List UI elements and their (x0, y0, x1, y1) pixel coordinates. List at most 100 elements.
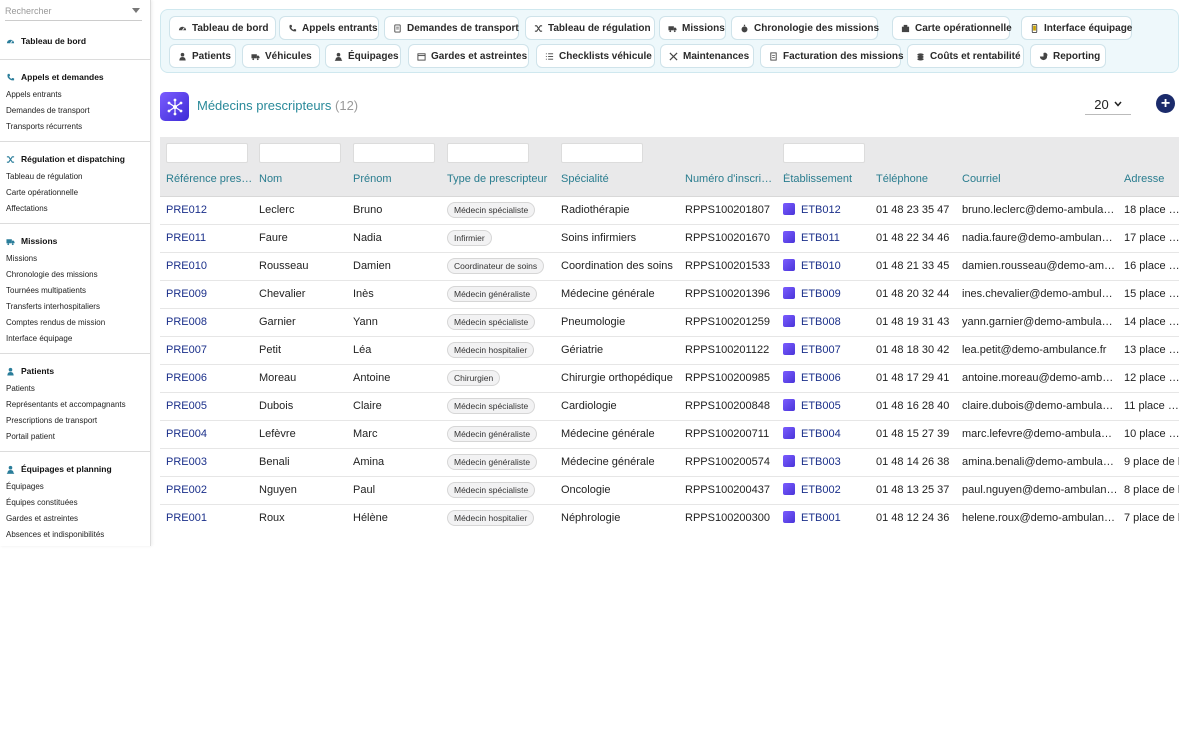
column-header[interactable]: Spécialité (561, 173, 679, 185)
tab-coins[interactable]: Coûts et rentabilité (907, 44, 1024, 68)
sidebar-item[interactable]: Gardes et astreintes (6, 511, 144, 527)
column-filter-input[interactable] (166, 143, 248, 163)
column-header[interactable]: Adresse (1124, 173, 1179, 185)
sidebar-section-title[interactable]: Tableau de bord (6, 33, 144, 49)
sidebar-item[interactable]: Tableau de régulation (6, 169, 144, 185)
column-header[interactable]: Établissement (783, 173, 870, 185)
establishment-link[interactable]: ETB010 (783, 253, 870, 280)
tab-tools[interactable]: Maintenances (660, 44, 754, 68)
sidebar-item[interactable]: Équipages (6, 479, 144, 495)
sidebar-item[interactable]: Absences et indisponibilités (6, 527, 144, 543)
prescriber-ref-link[interactable]: PRE005 (166, 393, 253, 420)
column-header[interactable]: Téléphone (876, 173, 956, 185)
sidebar-item[interactable]: Affectations (6, 201, 144, 217)
add-record-button[interactable]: + (1156, 94, 1175, 113)
table-row[interactable]: PRE008 Garnier Yann Médecin spécialiste Pneu… (160, 309, 1179, 337)
sidebar-item[interactable]: Transferts interhospitaliers (6, 299, 144, 315)
sidebar-item[interactable]: Représentants et accompagnants (6, 397, 144, 413)
sidebar-section-title[interactable]: Appels et demandes (6, 69, 144, 85)
column-filter-input[interactable] (783, 143, 865, 163)
tab-stopwatch[interactable]: Chronologie des missions (731, 16, 879, 40)
sidebar-item[interactable]: Portail patient (6, 429, 144, 445)
sidebar-item[interactable]: Demandes de transport (6, 103, 144, 119)
column-header[interactable]: Nom (259, 173, 347, 185)
prescriber-ref-link[interactable]: PRE003 (166, 449, 253, 476)
prescriber-ref-link[interactable]: PRE011 (166, 225, 253, 252)
sidebar-item[interactable]: Comptes rendus de mission (6, 315, 144, 331)
establishment-link[interactable]: ETB003 (783, 449, 870, 476)
table-row[interactable]: PRE011 Faure Nadia Infirmier Soins infirmier… (160, 225, 1179, 253)
tab-shuffle[interactable]: Tableau de régulation (525, 16, 655, 40)
prescriber-ref-link[interactable]: PRE004 (166, 421, 253, 448)
prescriber-ref-link[interactable]: PRE009 (166, 281, 253, 308)
sidebar-section-title[interactable]: Missions (6, 233, 144, 249)
tab-document[interactable]: Demandes de transport (384, 16, 519, 40)
table-row[interactable]: PRE006 Moreau Antoine Chirurgien Chirurgie o… (160, 365, 1179, 393)
column-filter-input[interactable] (447, 143, 529, 163)
sidebar-item[interactable]: Qualifications et habilitations (6, 543, 144, 546)
prescriber-ref-link[interactable]: PRE010 (166, 253, 253, 280)
column-filter-input[interactable] (353, 143, 435, 163)
search-box[interactable] (5, 3, 142, 21)
sidebar-item[interactable]: Carte opérationnelle (6, 185, 144, 201)
sidebar-item[interactable]: Tournées multipatients (6, 283, 144, 299)
establishment-link[interactable]: ETB008 (783, 309, 870, 336)
sidebar-item[interactable]: Transports récurrents (6, 119, 144, 135)
prescriber-ref-link[interactable]: PRE012 (166, 197, 253, 224)
search-input[interactable] (5, 3, 125, 19)
tab-truck[interactable]: Missions (659, 16, 726, 40)
tab-phone[interactable]: Appels entrants (279, 16, 379, 40)
prescriber-ref-link[interactable]: PRE008 (166, 309, 253, 336)
establishment-link[interactable]: ETB012 (783, 197, 870, 224)
tab-dashboard[interactable]: Tableau de bord (169, 16, 276, 40)
column-header[interactable]: Numéro d'inscription (685, 173, 777, 185)
tab-invoice[interactable]: Facturation des missions (760, 44, 904, 68)
tab-calendar[interactable]: Gardes et astreintes (408, 44, 529, 68)
tab-chart[interactable]: Reporting (1030, 44, 1106, 68)
sidebar-item[interactable]: Missions (6, 251, 144, 267)
column-header[interactable]: Référence prescripteur (166, 173, 253, 185)
table-row[interactable]: PRE007 Petit Léa Médecin hospitalier Gériatr… (160, 337, 1179, 365)
tab-team[interactable]: Équipages (325, 44, 401, 68)
establishment-link[interactable]: ETB009 (783, 281, 870, 308)
table-row[interactable]: PRE005 Dubois Claire Médecin spécialiste Car… (160, 393, 1179, 421)
table-row[interactable]: PRE001 Roux Hélène Médecin hospitalier Néphr… (160, 505, 1179, 532)
sidebar-section-title[interactable]: Patients (6, 363, 144, 379)
prescriber-ref-link[interactable]: PRE006 (166, 365, 253, 392)
table-row[interactable]: PRE002 Nguyen Paul Médecin spécialiste Oncol… (160, 477, 1179, 505)
establishment-link[interactable]: ETB011 (783, 225, 870, 252)
sidebar-item[interactable]: Chronologie des missions (6, 267, 144, 283)
sidebar-item[interactable]: Patients (6, 381, 144, 397)
sidebar-section-title[interactable]: Équipages et planning (6, 461, 144, 477)
establishment-link[interactable]: ETB004 (783, 421, 870, 448)
tab-ambulance[interactable]: Véhicules (242, 44, 320, 68)
chevron-down-icon[interactable] (132, 8, 140, 13)
table-row[interactable]: PRE009 Chevalier Inès Médecin généraliste Mé… (160, 281, 1179, 309)
sidebar-item[interactable]: Appels entrants (6, 87, 144, 103)
establishment-link[interactable]: ETB006 (783, 365, 870, 392)
prescriber-ref-link[interactable]: PRE001 (166, 505, 253, 532)
prescriber-ref-link[interactable]: PRE002 (166, 477, 253, 504)
tab-mobile[interactable]: Interface équipage (1021, 16, 1132, 40)
column-header[interactable]: Prénom (353, 173, 441, 185)
page-size-select[interactable]: 20 (1085, 94, 1131, 115)
tab-map[interactable]: Carte opérationnelle (892, 16, 1012, 40)
column-header[interactable]: Type de prescripteur (447, 173, 555, 185)
column-filter-input[interactable] (259, 143, 341, 163)
establishment-link[interactable]: ETB007 (783, 337, 870, 364)
table-row[interactable]: PRE003 Benali Amina Médecin généraliste Méde… (160, 449, 1179, 477)
sidebar-item[interactable]: Interface équipage (6, 331, 144, 347)
establishment-link[interactable]: ETB001 (783, 505, 870, 532)
table-row[interactable]: PRE012 Leclerc Bruno Médecin spécialiste Rad… (160, 197, 1179, 225)
table-row[interactable]: PRE010 Rousseau Damien Coordinateur de soin… (160, 253, 1179, 281)
column-filter-input[interactable] (561, 143, 643, 163)
sidebar-item[interactable]: Équipes constituées (6, 495, 144, 511)
establishment-link[interactable]: ETB002 (783, 477, 870, 504)
sidebar-item[interactable]: Prescriptions de transport (6, 413, 144, 429)
tab-user[interactable]: Patients (169, 44, 236, 68)
prescriber-ref-link[interactable]: PRE007 (166, 337, 253, 364)
column-header[interactable]: Courriel (962, 173, 1118, 185)
tab-checklist[interactable]: Checklists véhicule (536, 44, 655, 68)
table-row[interactable]: PRE004 Lefèvre Marc Médecin généraliste Méde… (160, 421, 1179, 449)
establishment-link[interactable]: ETB005 (783, 393, 870, 420)
